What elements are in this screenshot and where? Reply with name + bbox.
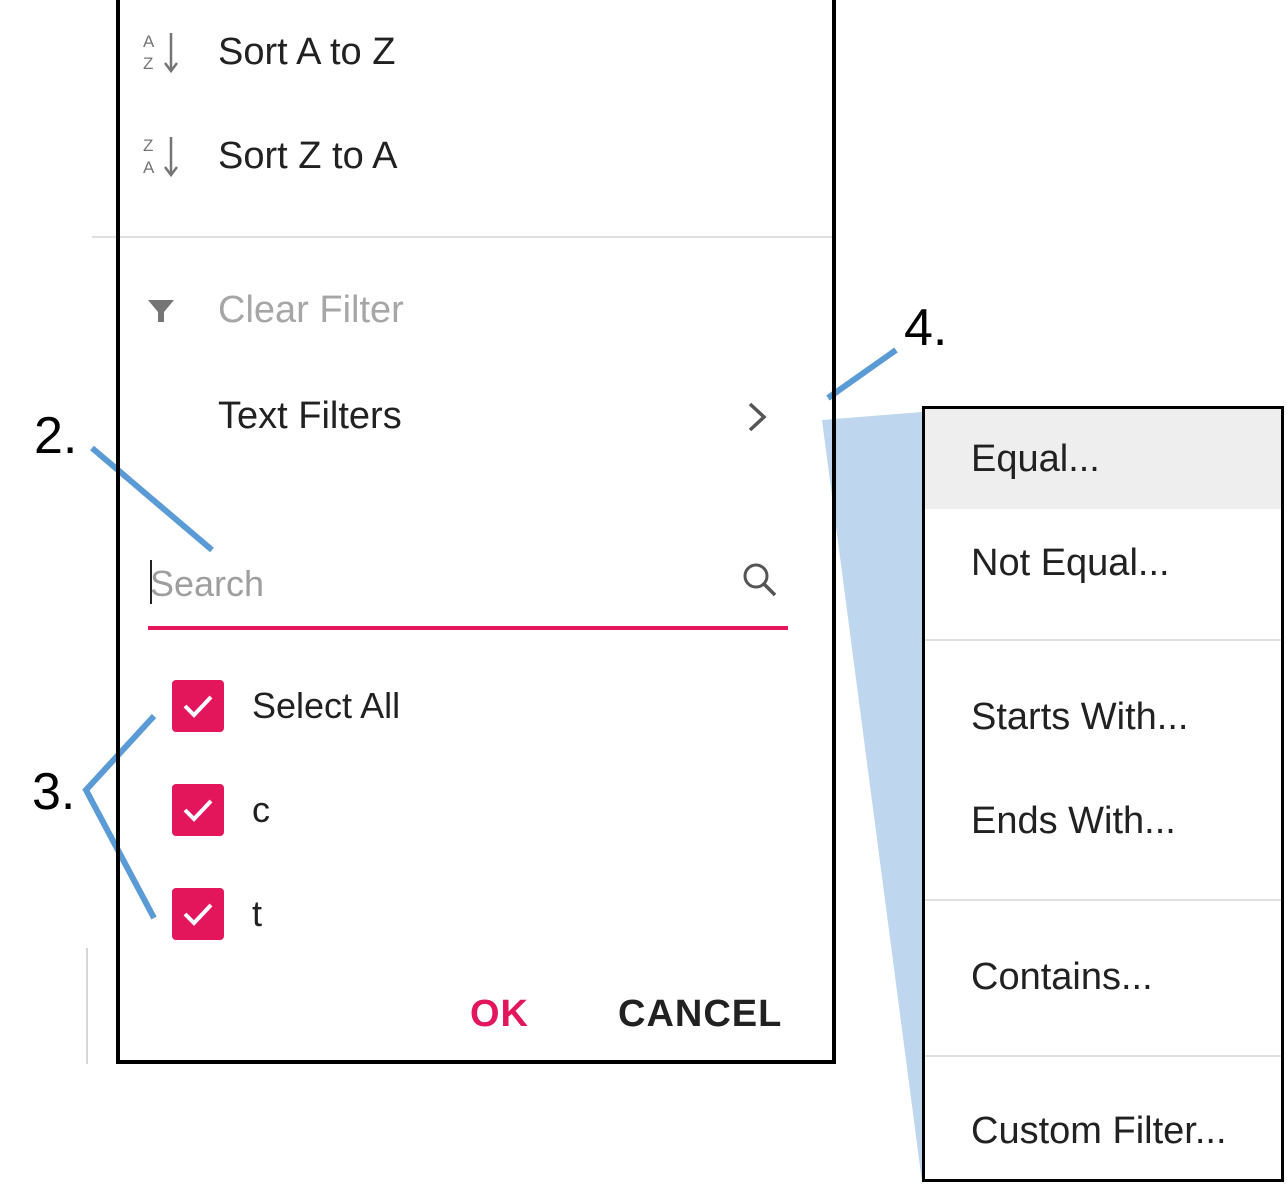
value-checkbox-row[interactable]: t <box>172 884 262 944</box>
callout-label-2: 2. <box>34 407 78 465</box>
svg-text:A: A <box>143 158 155 177</box>
svg-text:Z: Z <box>143 54 153 73</box>
clear-filter-item: Clear Filter <box>140 280 404 340</box>
value-checkbox[interactable] <box>172 888 224 940</box>
svg-text:Z: Z <box>143 136 153 155</box>
text-filters-label: Text Filters <box>218 394 402 437</box>
sort-z-to-a-label: Sort Z to A <box>218 134 398 177</box>
sort-z-to-a-item[interactable]: Z A Sort Z to A <box>140 126 398 186</box>
clear-filter-label: Clear Filter <box>218 288 404 331</box>
check-icon <box>183 695 213 718</box>
checkbox-label: t <box>252 893 263 934</box>
submenu-item-starts-with[interactable]: Starts With... <box>925 667 1281 767</box>
callout-line-4 <box>826 347 898 401</box>
callout-label-3: 3. <box>32 763 76 821</box>
filter-icon <box>140 287 182 333</box>
value-checkbox-row[interactable]: c <box>172 780 270 840</box>
sort-a-to-z-label: Sort A to Z <box>218 30 396 73</box>
text-filters-item[interactable]: Text Filters <box>140 386 800 446</box>
sort-ascending-icon: A Z <box>140 29 182 75</box>
submenu-item-ends-with[interactable]: Ends With... <box>925 771 1281 871</box>
checkbox-label: c <box>252 789 270 830</box>
excel-filter-popup: A Z Sort A to Z Z A Sort Z to A Clear Fi… <box>116 0 836 1064</box>
submenu-separator <box>925 899 1281 901</box>
submenu-item-not-equal[interactable]: Not Equal... <box>925 513 1281 613</box>
submenu-item-custom-filter[interactable]: Custom Filter... <box>925 1081 1281 1181</box>
check-icon <box>183 799 213 822</box>
check-icon <box>183 903 213 926</box>
value-checkbox[interactable] <box>172 784 224 836</box>
search-box[interactable] <box>148 548 788 630</box>
submenu-projection <box>822 412 922 1182</box>
search-icon[interactable] <box>742 562 778 598</box>
select-all-checkbox-row[interactable]: Select All <box>172 676 400 736</box>
text-caret <box>150 560 152 604</box>
submenu-separator <box>925 639 1281 641</box>
chevron-right-icon <box>748 402 767 432</box>
search-input[interactable] <box>148 556 720 612</box>
sort-a-to-z-item[interactable]: A Z Sort A to Z <box>140 22 395 82</box>
sort-descending-icon: Z A <box>140 133 182 179</box>
submenu-separator <box>925 1055 1281 1057</box>
select-all-checkbox[interactable] <box>172 680 224 732</box>
checkbox-label: Select All <box>252 685 401 726</box>
ok-button[interactable]: OK <box>470 988 529 1040</box>
callout-label-4: 4. <box>904 299 948 357</box>
text-filters-submenu: Equal... Not Equal... Starts With... End… <box>922 406 1284 1182</box>
submenu-item-equal[interactable]: Equal... <box>925 409 1281 509</box>
svg-text:A: A <box>143 32 155 51</box>
submenu-item-contains[interactable]: Contains... <box>925 927 1281 1027</box>
cancel-button[interactable]: CANCEL <box>618 988 782 1040</box>
